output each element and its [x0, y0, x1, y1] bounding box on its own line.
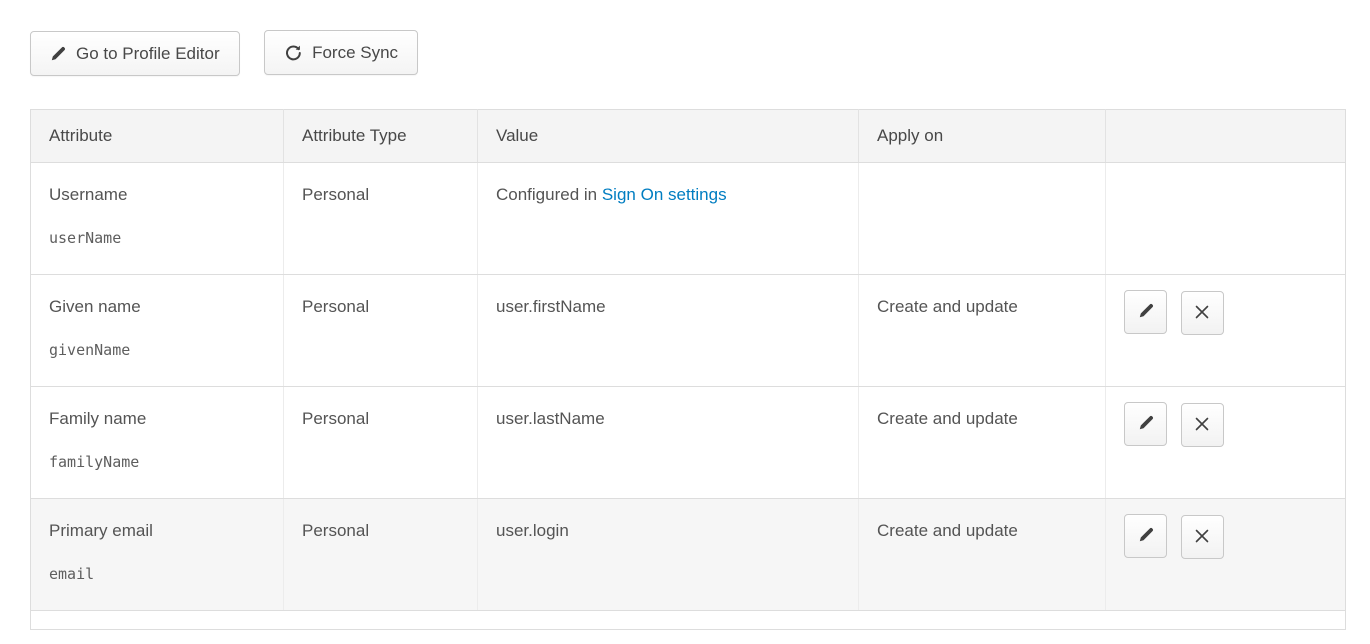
cell-value: user.lastName [478, 387, 859, 499]
cell-apply-on: Create and update [859, 275, 1106, 387]
cell-attribute-type: Personal [284, 499, 478, 611]
attribute-label: Username [49, 185, 265, 205]
cell-apply-on [859, 163, 1106, 275]
force-sync-label: Force Sync [312, 43, 398, 63]
delete-mapping-button[interactable] [1181, 403, 1224, 447]
cell-actions [1106, 499, 1346, 611]
value-text: Configured in [496, 185, 602, 204]
cell-value: user.firstName [478, 275, 859, 387]
refresh-icon [284, 44, 302, 62]
go-to-profile-editor-label: Go to Profile Editor [76, 44, 220, 64]
table-row-given-name: Given name givenName Personal user.first… [31, 275, 1346, 387]
close-icon [1195, 417, 1209, 434]
edit-mapping-button[interactable] [1124, 402, 1167, 446]
cell-attribute: Primary email email [31, 499, 284, 611]
force-sync-button[interactable]: Force Sync [264, 30, 418, 75]
table-header-row: Attribute Attribute Type Value Apply on [31, 110, 1346, 163]
go-to-profile-editor-button[interactable]: Go to Profile Editor [30, 31, 240, 76]
attribute-mappings-table: Attribute Attribute Type Value Apply on … [30, 109, 1346, 630]
edit-mapping-button[interactable] [1124, 514, 1167, 558]
header-attribute: Attribute [31, 110, 284, 163]
attribute-name: email [49, 565, 265, 584]
cell-value: Configured in Sign On settings [478, 163, 859, 275]
cell-apply-on: Create and update [859, 387, 1106, 499]
delete-mapping-button[interactable] [1181, 515, 1224, 559]
table-row-primary-email: Primary email email Personal user.login … [31, 499, 1346, 611]
sign-on-settings-link[interactable]: Sign On settings [602, 185, 727, 204]
table-row-family-name: Family name familyName Personal user.las… [31, 387, 1346, 499]
cell-attribute: Given name givenName [31, 275, 284, 387]
close-icon [1195, 305, 1209, 322]
attribute-label: Given name [49, 297, 265, 317]
attribute-name: userName [49, 229, 265, 248]
attribute-name: familyName [49, 453, 265, 472]
close-icon [1195, 529, 1209, 546]
pencil-icon [1138, 415, 1154, 434]
cell-partial [31, 611, 1346, 630]
header-actions [1106, 110, 1346, 163]
cell-attribute-type: Personal [284, 275, 478, 387]
attribute-mappings-page: Go to Profile Editor Force Sync Attribut… [0, 0, 1370, 630]
cell-attribute-type: Personal [284, 163, 478, 275]
cell-actions [1106, 163, 1346, 275]
cell-actions [1106, 387, 1346, 499]
pencil-icon [1138, 527, 1154, 546]
header-apply-on: Apply on [859, 110, 1106, 163]
attribute-label: Primary email [49, 521, 265, 541]
table-row-username: Username userName Personal Configured in… [31, 163, 1346, 275]
cell-attribute: Family name familyName [31, 387, 284, 499]
attribute-label: Family name [49, 409, 265, 429]
pencil-icon [50, 46, 66, 62]
pencil-icon [1138, 303, 1154, 322]
cell-attribute: Username userName [31, 163, 284, 275]
toolbar: Go to Profile Editor Force Sync [30, 30, 1345, 75]
edit-mapping-button[interactable] [1124, 290, 1167, 334]
cell-apply-on: Create and update [859, 499, 1106, 611]
header-attribute-type: Attribute Type [284, 110, 478, 163]
delete-mapping-button[interactable] [1181, 291, 1224, 335]
cell-value: user.login [478, 499, 859, 611]
attribute-name: givenName [49, 341, 265, 360]
cell-actions [1106, 275, 1346, 387]
table-row-partial [31, 611, 1346, 630]
cell-attribute-type: Personal [284, 387, 478, 499]
header-value: Value [478, 110, 859, 163]
